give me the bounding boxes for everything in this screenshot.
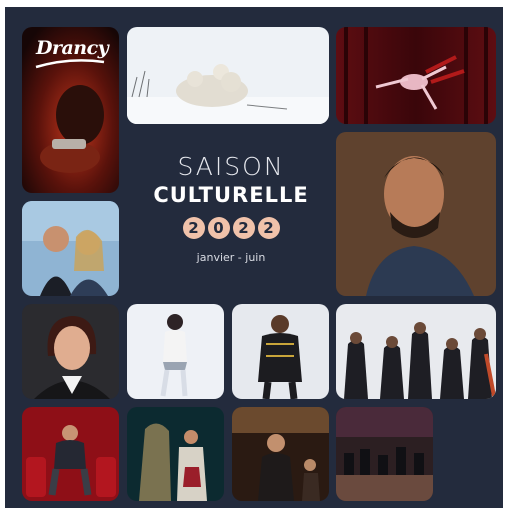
season-heading-line2: CULTURELLE — [153, 183, 309, 207]
photo-musician-harmonica: Drancy — [22, 27, 119, 193]
photo-woman-red-hair — [22, 304, 119, 399]
season-title: SAISON CULTURELLE 2 0 2 2 janvier - juin — [127, 152, 335, 264]
logo-swoosh-icon — [35, 59, 105, 69]
year-digit: 2 — [257, 217, 280, 239]
photo-musician-jacket — [232, 304, 329, 399]
drancy-logo: Drancy — [36, 37, 109, 59]
photo-stage-performer — [232, 407, 329, 501]
photo-polar-bears — [127, 27, 329, 124]
photo-duo-man-woman — [22, 201, 119, 296]
season-period: janvier - juin — [196, 251, 266, 264]
photo-band-group — [336, 304, 496, 399]
season-heading-line1: SAISON — [177, 152, 285, 181]
year-digit: 0 — [207, 217, 230, 239]
photo-man-portrait — [336, 132, 496, 296]
photo-ballet-dancers — [336, 27, 496, 124]
photo-singer-woman — [127, 304, 224, 399]
year-digit: 2 — [232, 217, 255, 239]
season-year: 2 0 2 2 — [127, 217, 335, 239]
photo-orchestra — [336, 407, 433, 501]
year-digit: 2 — [182, 217, 205, 239]
season-poster: Drancy SAISON CULTURELLE 2 0 2 2 janvier… — [5, 7, 503, 508]
photo-theatre-figures — [127, 407, 224, 501]
photo-man-red-seats — [22, 407, 119, 501]
